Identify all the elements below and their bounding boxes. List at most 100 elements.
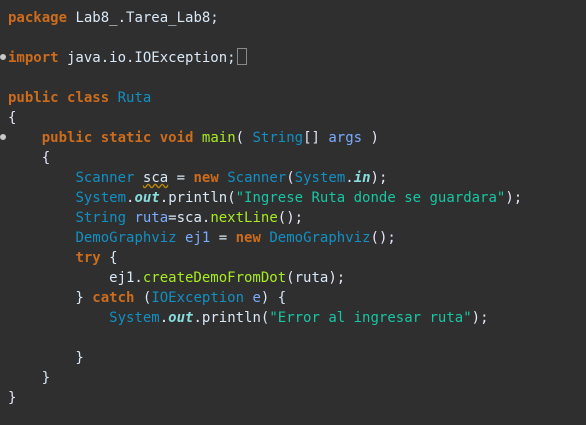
code-token: args bbox=[328, 130, 363, 146]
code-token: =sca. bbox=[168, 210, 211, 226]
code-token: System bbox=[75, 190, 127, 206]
code-token: ( bbox=[235, 130, 253, 146]
code-token: "Error al ingresar ruta" bbox=[269, 310, 472, 326]
code-token: } bbox=[8, 350, 84, 366]
code-token: catch bbox=[92, 290, 135, 306]
code-line[interactable]: } bbox=[8, 388, 16, 408]
code-token: ) bbox=[362, 130, 379, 146]
code-token: createDemoFromDot bbox=[142, 270, 287, 286]
code-token: System bbox=[294, 170, 346, 186]
code-token: ); bbox=[471, 310, 489, 326]
code-line[interactable]: { bbox=[8, 108, 16, 128]
code-token: new bbox=[193, 170, 219, 186]
code-token: sca bbox=[142, 170, 169, 186]
code-token: nextLine bbox=[210, 210, 278, 226]
code-token: ( bbox=[134, 290, 152, 306]
code-editor[interactable]: package Lab8_.Tarea_Lab8;import java.io.… bbox=[0, 0, 586, 425]
code-token: public bbox=[8, 90, 59, 106]
code-token: ruta bbox=[134, 210, 169, 226]
code-token: System bbox=[109, 310, 160, 326]
code-token: (); bbox=[370, 230, 396, 246]
code-line[interactable]: String ruta=sca.nextLine(); bbox=[8, 208, 303, 228]
code-line[interactable]: } bbox=[8, 348, 84, 368]
code-line[interactable]: public static void main( String[] args ) bbox=[8, 128, 379, 148]
code-token: ej1 bbox=[185, 230, 211, 246]
code-token: void bbox=[159, 130, 194, 146]
code-token: IOException bbox=[151, 290, 245, 306]
code-line[interactable]: DemoGraphviz ej1 = new DemoGraphviz(); bbox=[8, 228, 396, 248]
code-token: Lab8_.Tarea_Lab8; bbox=[67, 10, 219, 26]
code-line[interactable]: } catch (IOException e) { bbox=[8, 288, 286, 308]
code-line[interactable]: import java.io.IOException; bbox=[8, 48, 247, 68]
code-token: ruta bbox=[294, 270, 329, 286]
code-token: new bbox=[235, 230, 261, 246]
code-token: { bbox=[100, 250, 118, 266]
code-token: try bbox=[75, 250, 101, 266]
code-token: package bbox=[8, 10, 68, 26]
code-line[interactable]: { bbox=[8, 148, 50, 168]
code-token: ( bbox=[286, 170, 295, 186]
code-token: ( bbox=[286, 270, 295, 286]
fold-marker-icon[interactable] bbox=[0, 134, 6, 140]
code-token: java.io.IOException; bbox=[58, 50, 236, 66]
fold-marker-icon[interactable] bbox=[0, 54, 6, 60]
code-token: ); bbox=[328, 270, 346, 286]
code-token: e bbox=[252, 290, 261, 306]
code-token: . bbox=[159, 190, 169, 206]
code-token: class bbox=[67, 90, 110, 106]
code-token: DemoGraphviz bbox=[269, 230, 371, 246]
code-token: ); bbox=[505, 190, 523, 206]
code-line[interactable]: System.out.println("Error al ingresar ru… bbox=[8, 308, 489, 328]
code-token: . bbox=[345, 170, 354, 186]
code-token: DemoGraphviz bbox=[75, 230, 177, 246]
code-line[interactable]: System.out.println("Ingrese Ruta donde s… bbox=[8, 188, 522, 208]
code-line[interactable]: try { bbox=[8, 248, 118, 268]
code-token: { bbox=[8, 110, 17, 126]
code-token: Scanner bbox=[227, 170, 287, 186]
code-token: Ruta bbox=[117, 90, 152, 106]
code-token: out bbox=[134, 190, 160, 206]
code-token: in bbox=[353, 170, 371, 186]
code-token: println( bbox=[168, 190, 236, 206]
code-token: = bbox=[168, 170, 194, 186]
code-token: String bbox=[75, 210, 127, 226]
code-line[interactable]: } bbox=[8, 368, 50, 388]
code-token: String bbox=[252, 130, 304, 146]
code-token: } bbox=[8, 370, 51, 386]
code-line[interactable]: ej1.createDemoFromDot(ruta); bbox=[8, 268, 345, 288]
code-line[interactable]: Scanner sca = new Scanner(System.in); bbox=[8, 168, 387, 188]
code-token: "Ingrese Ruta donde se guardara" bbox=[235, 190, 506, 206]
code-token: public bbox=[41, 130, 93, 146]
code-token: ej1. bbox=[8, 270, 143, 286]
text-cursor bbox=[236, 48, 247, 65]
code-token: Scanner bbox=[75, 170, 135, 186]
code-token: = bbox=[210, 230, 236, 246]
code-line[interactable]: public class Ruta bbox=[8, 88, 151, 108]
code-token: [] bbox=[303, 130, 329, 146]
code-token: static bbox=[100, 130, 152, 146]
code-line[interactable]: package Lab8_.Tarea_Lab8; bbox=[8, 8, 219, 28]
code-token: } bbox=[8, 390, 17, 406]
code-token: main bbox=[201, 130, 236, 146]
code-token: out bbox=[168, 310, 194, 326]
code-token: println( bbox=[201, 310, 270, 326]
code-token: . bbox=[193, 310, 202, 326]
code-token: } bbox=[8, 290, 93, 306]
code-token: ) { bbox=[260, 290, 287, 306]
code-token: import bbox=[8, 50, 59, 66]
code-token: { bbox=[41, 150, 51, 166]
code-token: ); bbox=[370, 170, 388, 186]
